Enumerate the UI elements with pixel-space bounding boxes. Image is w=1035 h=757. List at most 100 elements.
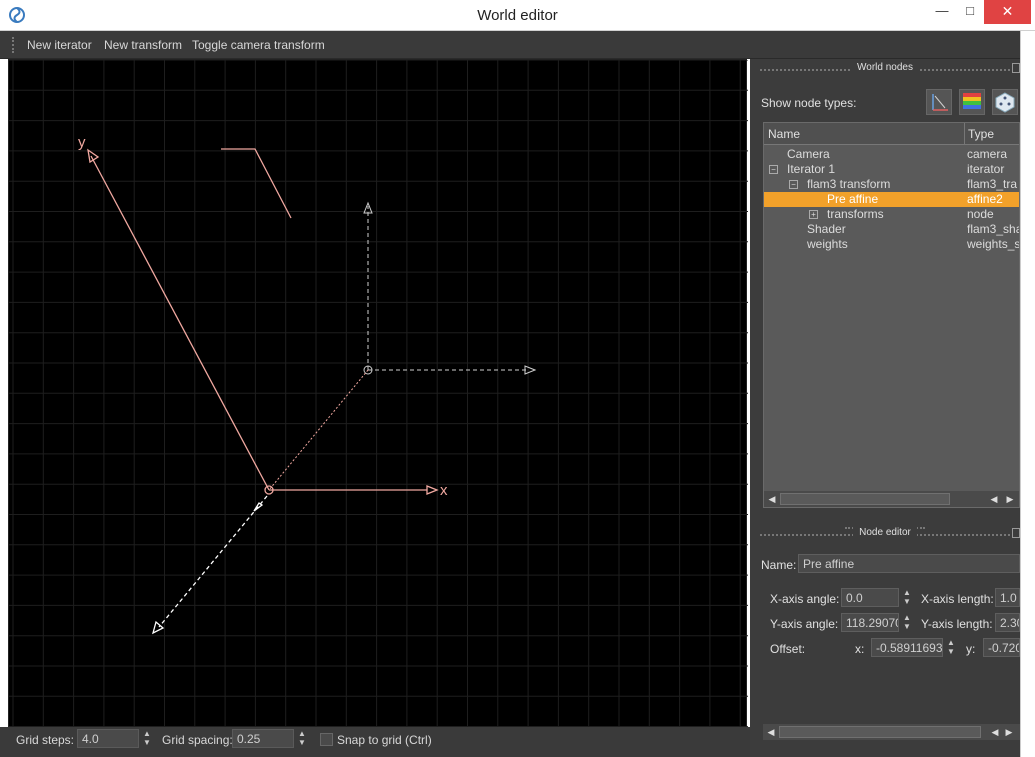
y-axis-angle-stepper[interactable]: ▲ ▼: [900, 613, 914, 632]
tree-header: Name Type: [764, 123, 1019, 145]
grid-spacing-stepper[interactable]: ▲ ▼: [295, 729, 309, 748]
tree-item-name: Iterator 1: [787, 162, 836, 176]
x-axis-length-label: X-axis length:: [921, 592, 994, 606]
collapse-icon[interactable]: −: [789, 180, 798, 189]
x-axis-label: x: [440, 482, 448, 499]
tree-row-flam3-transform[interactable]: − flam3 transform flam3_tra: [764, 177, 1019, 192]
grid-spacing-input[interactable]: 0.25: [232, 729, 294, 748]
new-transform-button[interactable]: New transform: [104, 38, 182, 52]
grid-steps-stepper[interactable]: ▲ ▼: [140, 729, 154, 748]
tree-item-type: flam3_sha: [967, 222, 1020, 236]
tree-item-name: weights: [807, 237, 848, 251]
x-axis-length-input[interactable]: 1.0: [995, 588, 1020, 607]
y-axis-label: y: [78, 134, 86, 151]
tree-row-camera[interactable]: Camera camera: [764, 147, 1019, 162]
scroll-right-arrow[interactable]: ▶: [1004, 493, 1016, 505]
tree-row-pre-affine[interactable]: Pre affine affine2: [764, 192, 1019, 207]
tree-item-type: affine2: [967, 192, 1003, 206]
toggle-camera-transform-button[interactable]: Toggle camera transform: [192, 38, 325, 52]
snap-to-grid-label[interactable]: Snap to grid (Ctrl): [337, 733, 432, 747]
snap-to-grid-checkbox[interactable]: [320, 733, 333, 746]
world-viewport[interactable]: y x: [8, 59, 748, 728]
offset-link-line: [268, 369, 369, 491]
collapse-icon[interactable]: −: [769, 165, 778, 174]
toolbar-grip[interactable]: [12, 37, 16, 53]
tree-item-name: Camera: [787, 147, 830, 161]
tree-item-name: flam3 transform: [807, 177, 891, 191]
offset-y-input[interactable]: -0.720: [983, 638, 1020, 657]
transform-y-arrow-handle[interactable]: [87, 148, 100, 164]
node-editor-title: Node editor: [853, 527, 917, 538]
scroll-left-arrow[interactable]: ◀: [765, 726, 777, 738]
tree-item-type: camera: [967, 147, 1008, 161]
transform-type-toggle[interactable]: [926, 89, 952, 115]
world-nodes-tree[interactable]: Name Type Camera camera − Iterator 1 ite…: [763, 122, 1020, 508]
grid-options-bar: Grid steps: 4.0 ▲ ▼ Grid spacing: 0.25 ▲ ▼…: [0, 727, 750, 757]
offset-x-input[interactable]: -0.589116930: [871, 638, 943, 657]
node-editor-scroll-thumb[interactable]: [779, 726, 981, 738]
tree-item-name: Shader: [807, 222, 846, 236]
offset-y-label: y:: [966, 642, 976, 656]
tree-item-type: weights_s: [967, 237, 1020, 251]
tree-row-shader[interactable]: Shader flam3_sha: [764, 222, 1020, 237]
transform-x-arrow-handle[interactable]: [426, 485, 439, 495]
transform-icon: [932, 94, 948, 111]
transform-y-axis: [90, 155, 270, 491]
dice-icon: [995, 92, 1015, 113]
node-name-input[interactable]: Pre affine: [798, 554, 1020, 573]
tree-item-type: iterator: [967, 162, 1005, 176]
x-axis-angle-stepper[interactable]: ▲ ▼: [900, 588, 914, 607]
column-type-header[interactable]: Type: [968, 127, 994, 141]
tree-item-type: flam3_tra: [967, 177, 1018, 191]
node-editor-float-icon[interactable]: [1012, 528, 1020, 538]
expand-icon[interactable]: +: [809, 210, 818, 219]
close-button[interactable]: ✕: [984, 0, 1031, 24]
name-label: Name:: [761, 558, 797, 572]
tree-hscrollbar[interactable]: ◀ ◀ ▶: [764, 491, 1019, 507]
grid-steps-label: Grid steps:: [16, 733, 75, 747]
scroll-left-arrow[interactable]: ◀: [766, 493, 778, 505]
scroll-right-arrow[interactable]: ▶: [1003, 726, 1015, 738]
world-nodes-title: World nodes: [851, 62, 919, 73]
camera-indicator-line: [221, 148, 292, 219]
color-type-toggle[interactable]: [959, 89, 985, 115]
grid-lines: [9, 60, 748, 728]
tree-item-name: Pre affine: [827, 192, 879, 206]
title-bar: World editor — □ ✕: [0, 0, 1035, 31]
scroll-left-arrow-2[interactable]: ◀: [989, 726, 1001, 738]
offset-x-stepper[interactable]: ▲ ▼: [944, 638, 958, 657]
window-title: World editor: [477, 7, 558, 24]
dock-float-icon[interactable]: [1012, 63, 1020, 73]
tree-row-iterator[interactable]: − Iterator 1 iterator: [764, 162, 1019, 177]
direction-vector-end[interactable]: [151, 620, 165, 635]
node-editor-hscrollbar[interactable]: ◀ ◀ ▶: [763, 724, 1020, 740]
window-edge: [1020, 31, 1035, 757]
maximize-button[interactable]: □: [956, 0, 984, 24]
color-gradient-icon: [963, 93, 981, 109]
new-iterator-button[interactable]: New iterator: [27, 38, 92, 52]
offset-label: Offset:: [770, 642, 806, 656]
tree-item-type: node: [967, 207, 994, 221]
toolbar: New iterator New transform Toggle camera…: [0, 31, 1020, 59]
tree-scroll-thumb[interactable]: [780, 493, 950, 505]
node-editor-title-bar[interactable]: Node editor: [750, 527, 1020, 543]
tree-row-transforms[interactable]: + transforms node: [764, 207, 1019, 222]
minimize-button[interactable]: —: [928, 0, 956, 24]
reference-x-arrow: [524, 365, 537, 375]
y-axis-angle-input[interactable]: 118.290703: [841, 613, 899, 632]
viewport-canvas[interactable]: y x: [9, 60, 748, 728]
grid-steps-input[interactable]: 4.0: [77, 729, 139, 748]
world-nodes-title-bar[interactable]: World nodes: [750, 62, 1020, 78]
x-axis-angle-label: X-axis angle:: [770, 592, 840, 606]
scroll-left-arrow-2[interactable]: ◀: [988, 493, 1000, 505]
direction-vector: [158, 495, 268, 628]
grid-spacing-label: Grid spacing:: [162, 733, 233, 747]
column-name-header[interactable]: Name: [768, 127, 800, 141]
y-axis-length-input[interactable]: 2.30: [995, 613, 1020, 632]
x-axis-angle-input[interactable]: 0.0: [841, 588, 899, 607]
offset-x-label: x:: [855, 642, 865, 656]
y-axis-length-label: Y-axis length:: [921, 617, 993, 631]
tree-row-weights[interactable]: weights weights_s: [764, 237, 1020, 252]
random-type-toggle[interactable]: [992, 89, 1018, 115]
show-node-types-label: Show node types:: [761, 96, 857, 110]
